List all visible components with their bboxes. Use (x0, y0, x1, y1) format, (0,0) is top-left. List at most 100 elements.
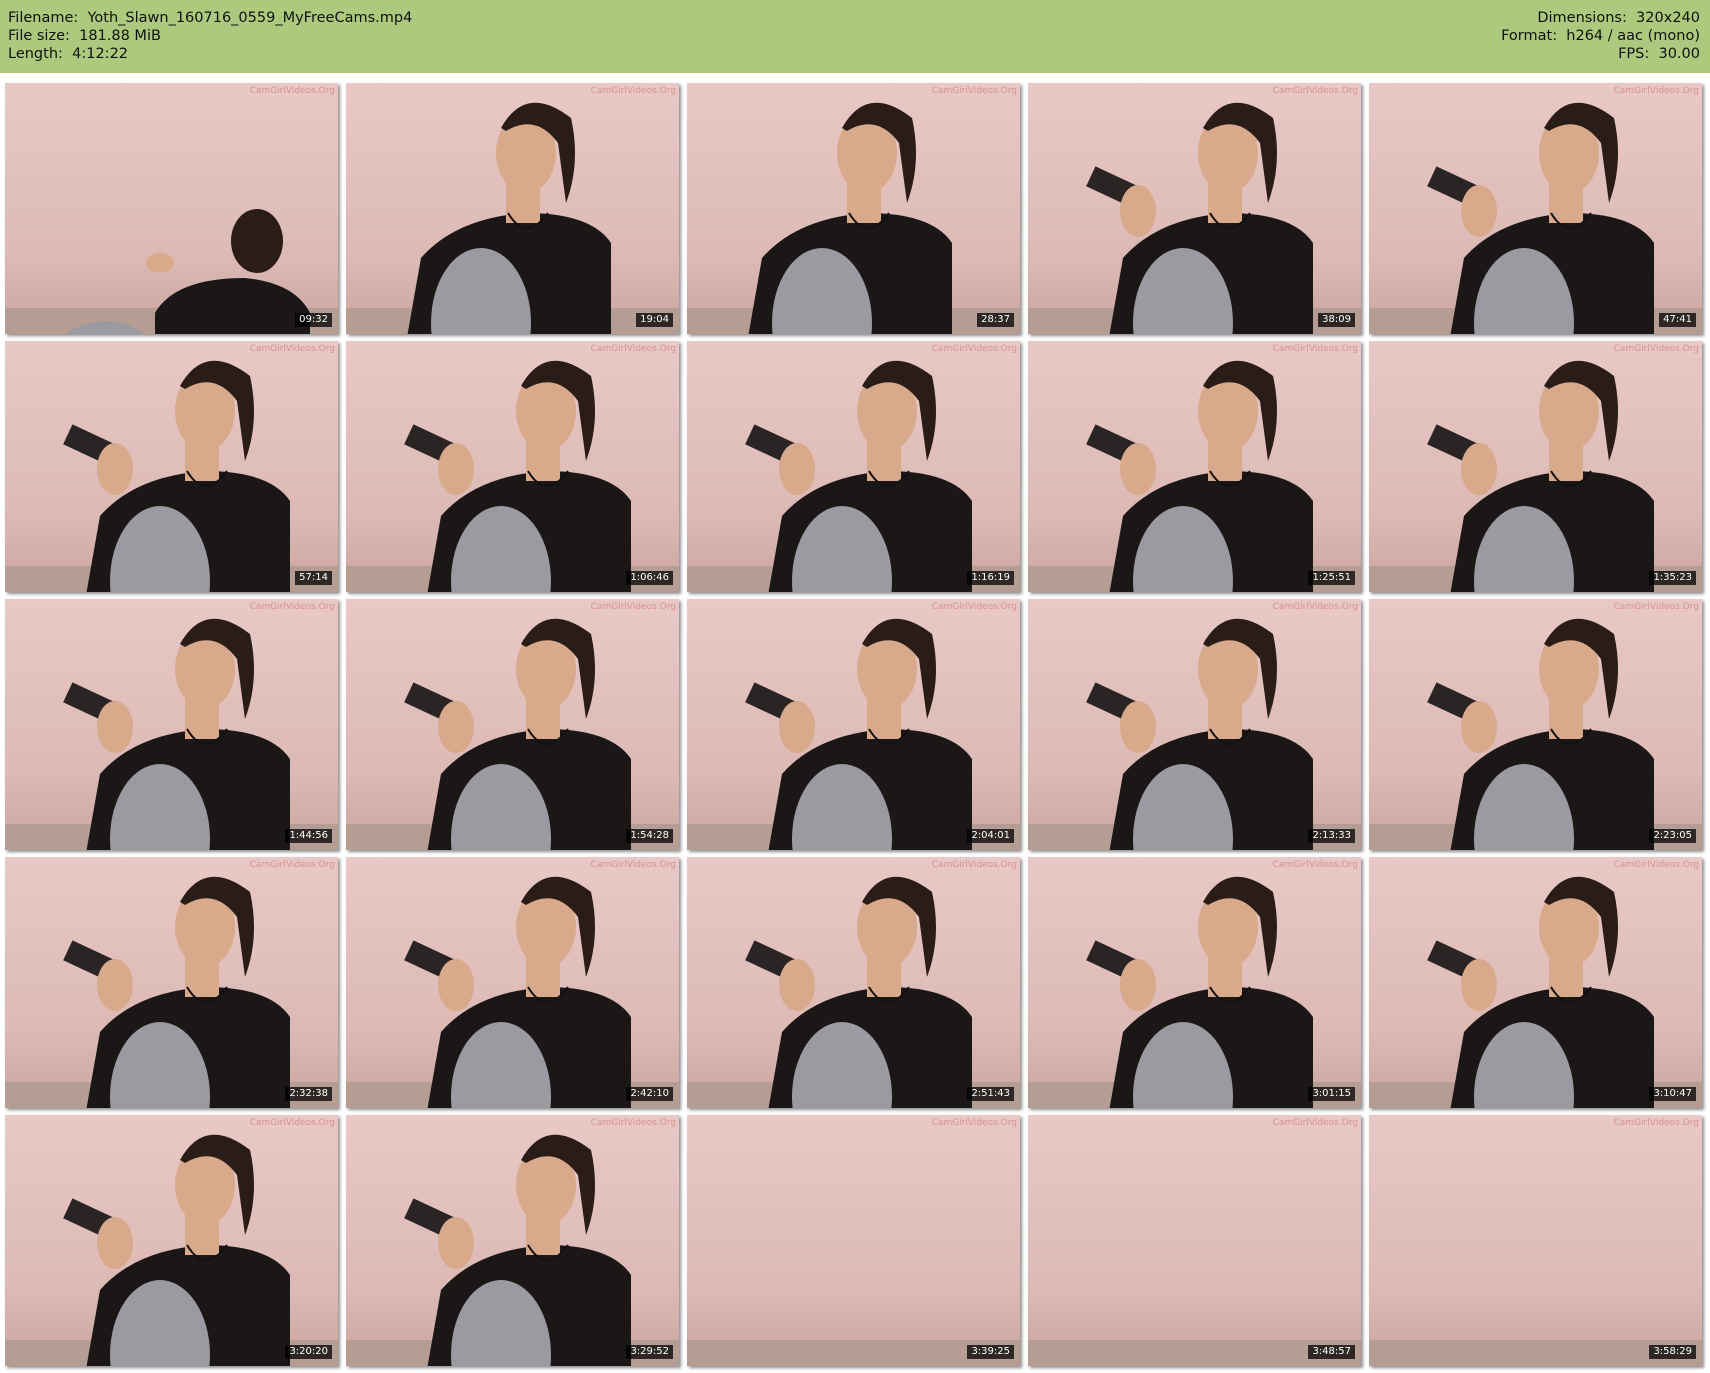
video-thumbnail[interactable]: CamGirlVideos.Org 3:20:20 (5, 1115, 338, 1366)
watermark-logo: CamGirlVideos.Org (931, 86, 1017, 96)
watermark-logo: CamGirlVideos.Org (590, 602, 676, 612)
video-thumbnail[interactable]: CamGirlVideos.Org 19:04 (346, 83, 679, 334)
figure-hand (1461, 959, 1497, 1011)
watermark-logo: CamGirlVideos.Org (1613, 344, 1699, 354)
figure-shirt (155, 278, 310, 334)
watermark-logo: CamGirlVideos.Org (931, 344, 1017, 354)
watermark-logo: CamGirlVideos.Org (1272, 602, 1358, 612)
timestamp-label: 57:14 (295, 571, 332, 585)
frame-figure (1427, 360, 1654, 592)
timestamp-label: 2:04:01 (967, 829, 1014, 843)
figure-hand (1120, 443, 1156, 495)
watermark-logo: CamGirlVideos.Org (249, 344, 335, 354)
frame-figure (404, 618, 631, 850)
figure-hand (1461, 443, 1497, 495)
video-thumbnail[interactable]: CamGirlVideos.Org 28:37 (687, 83, 1020, 334)
timestamp-label: 1:25:51 (1308, 571, 1355, 585)
video-thumbnail[interactable]: CamGirlVideos.Org 57:14 (5, 341, 338, 592)
video-thumbnail[interactable]: CamGirlVideos.Org 1:25:51 (1028, 341, 1361, 592)
video-thumbnail[interactable]: CamGirlVideos.Org 2:13:33 (1028, 599, 1361, 850)
video-thumbnail[interactable]: CamGirlVideos.Org 2:23:05 (1369, 599, 1702, 850)
video-thumbnail[interactable]: CamGirlVideos.Org 2:51:43 (687, 857, 1020, 1108)
frame-figure (1028, 1115, 1361, 1366)
figure-hand (1120, 185, 1156, 237)
watermark-logo: CamGirlVideos.Org (590, 344, 676, 354)
watermark-logo: CamGirlVideos.Org (1613, 860, 1699, 870)
timestamp-label: 28:37 (977, 313, 1014, 327)
figure-hand (779, 701, 815, 753)
timestamp-label: 47:41 (1659, 313, 1696, 327)
frame-figure (404, 876, 631, 1108)
figure-hand (1120, 701, 1156, 753)
watermark-logo: CamGirlVideos.Org (931, 860, 1017, 870)
dimensions-label: Dimensions: 320x240 (1537, 10, 1700, 26)
video-thumbnail[interactable]: CamGirlVideos.Org 1:44:56 (5, 599, 338, 850)
length-label: Length: 4:12:22 (8, 46, 129, 62)
timestamp-label: 1:54:28 (626, 829, 673, 843)
watermark-logo: CamGirlVideos.Org (249, 860, 335, 870)
video-thumbnail[interactable]: CamGirlVideos.Org 2:42:10 (346, 857, 679, 1108)
video-thumbnail[interactable]: CamGirlVideos.Org 1:54:28 (346, 599, 679, 850)
watermark-logo: CamGirlVideos.Org (249, 602, 335, 612)
video-thumbnail[interactable]: CamGirlVideos.Org 2:32:38 (5, 857, 338, 1108)
filesize-label: File size: 181.88 MiB (8, 28, 161, 44)
watermark-logo: CamGirlVideos.Org (931, 602, 1017, 612)
video-thumbnail[interactable]: CamGirlVideos.Org 3:29:52 (346, 1115, 679, 1366)
timestamp-label: 1:35:23 (1649, 571, 1696, 585)
timestamp-label: 3:29:52 (626, 1345, 673, 1359)
video-thumbnail[interactable]: CamGirlVideos.Org 47:41 (1369, 83, 1702, 334)
timestamp-label: 3:20:20 (285, 1345, 332, 1359)
timestamp-label: 3:39:25 (967, 1345, 1014, 1359)
figure-hand (1461, 701, 1497, 753)
watermark-logo: CamGirlVideos.Org (1272, 860, 1358, 870)
figure-hand (1120, 959, 1156, 1011)
frame-figure (1086, 360, 1313, 592)
video-thumbnail[interactable]: CamGirlVideos.Org 3:01:15 (1028, 857, 1361, 1108)
timestamp-label: 3:01:15 (1308, 1087, 1355, 1101)
watermark-logo: CamGirlVideos.Org (590, 86, 676, 96)
timestamp-label: 38:09 (1318, 313, 1355, 327)
video-thumbnail[interactable]: CamGirlVideos.Org 09:32 (5, 83, 338, 334)
format-label: Format: h264 / aac (mono) (1501, 28, 1700, 44)
watermark-logo: CamGirlVideos.Org (590, 860, 676, 870)
frame-figure (407, 102, 611, 334)
figure-hand (438, 443, 474, 495)
video-thumbnail[interactable]: CamGirlVideos.Org 1:06:46 (346, 341, 679, 592)
video-thumbnail[interactable]: CamGirlVideos.Org 3:58:29 (1369, 1115, 1702, 1366)
video-thumbnail[interactable]: CamGirlVideos.Org 38:09 (1028, 83, 1361, 334)
video-thumbnail[interactable]: CamGirlVideos.Org 3:48:57 (1028, 1115, 1361, 1366)
watermark-logo: CamGirlVideos.Org (1272, 344, 1358, 354)
video-thumbnail[interactable]: CamGirlVideos.Org 2:04:01 (687, 599, 1020, 850)
frame-figure (745, 360, 972, 592)
watermark-logo: CamGirlVideos.Org (249, 86, 335, 96)
watermark-logo: CamGirlVideos.Org (1272, 1118, 1358, 1128)
timestamp-label: 3:58:29 (1649, 1345, 1696, 1359)
video-thumbnail[interactable]: CamGirlVideos.Org 3:39:25 (687, 1115, 1020, 1366)
frame-figure (404, 360, 631, 592)
thumbnail-grid: CamGirlVideos.Org 09:32 CamGirlVideos.Org 1… (5, 83, 1702, 1366)
timestamp-label: 2:32:38 (285, 1087, 332, 1101)
media-info: Dimensions: 320x240 Format: h264 / aac (… (1501, 9, 1700, 63)
timestamp-label: 19:04 (636, 313, 673, 327)
timestamp-label: 2:51:43 (967, 1087, 1014, 1101)
figure-hand (97, 443, 133, 495)
figure-hand (779, 443, 815, 495)
frame-figure (1427, 102, 1654, 334)
frame-figure (1086, 102, 1313, 334)
frame-figure (63, 360, 290, 592)
timestamp-label: 2:13:33 (1308, 829, 1355, 843)
frame-figure (1086, 618, 1313, 850)
video-thumbnail[interactable]: CamGirlVideos.Org 3:10:47 (1369, 857, 1702, 1108)
timestamp-label: 2:42:10 (626, 1087, 673, 1101)
figure-hand (779, 959, 815, 1011)
frame-figure (65, 209, 310, 334)
video-thumbnail[interactable]: CamGirlVideos.Org 1:35:23 (1369, 341, 1702, 592)
video-thumbnail[interactable]: CamGirlVideos.Org 1:16:19 (687, 341, 1020, 592)
watermark-logo: CamGirlVideos.Org (931, 1118, 1017, 1128)
timestamp-label: 2:23:05 (1649, 829, 1696, 843)
figure-hand (146, 253, 174, 273)
figure-hand (1461, 185, 1497, 237)
figure-hand (97, 701, 133, 753)
frame-figure (1086, 876, 1313, 1108)
frame-figure (748, 102, 952, 334)
